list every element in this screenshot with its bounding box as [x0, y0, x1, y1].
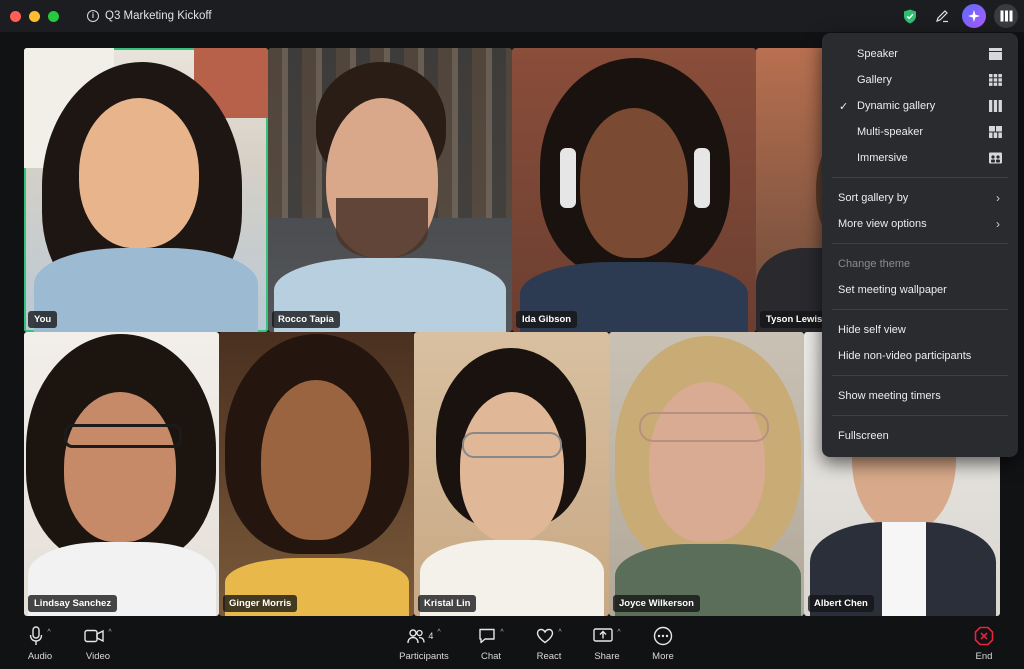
menu-item-label: Fullscreen	[838, 430, 889, 442]
audio-button[interactable]: ^ Audio	[10, 625, 70, 662]
menu-item-show-timers[interactable]: Show meeting timers	[822, 383, 1018, 409]
view-options-button[interactable]	[994, 4, 1018, 28]
menu-item-label: Dynamic gallery	[857, 100, 936, 112]
menu-divider	[832, 243, 1008, 244]
chat-button[interactable]: ^ Chat	[461, 625, 521, 662]
participant-name: Kristal Lin	[418, 595, 477, 612]
audio-label: Audio	[27, 651, 53, 662]
chevron-up-icon[interactable]: ^	[108, 629, 111, 636]
video-tile[interactable]: Lindsay Sanchez	[24, 332, 219, 616]
menu-divider	[832, 309, 1008, 310]
menu-item-label: Set meeting wallpaper	[838, 284, 947, 296]
participant-count: 4	[428, 631, 434, 641]
chevron-up-icon[interactable]: ^	[437, 629, 440, 636]
meeting-toolbar: ^ Audio ^ Video 4 ^ Participants ^ Chat …	[0, 619, 1024, 669]
view-options-menu: Speaker Gallery ✓ Dynamic gallery Multi-…	[822, 33, 1018, 457]
info-icon[interactable]: i	[87, 10, 99, 22]
menu-item-set-wallpaper[interactable]: Set meeting wallpaper	[822, 277, 1018, 303]
annotate-pen-icon[interactable]	[930, 4, 954, 28]
video-camera-icon	[84, 629, 105, 643]
participant-name: Rocco Tapia	[272, 311, 340, 328]
chat-label: Chat	[480, 651, 502, 662]
immersive-view-icon	[989, 152, 1002, 164]
heart-icon	[537, 628, 554, 644]
ai-companion-button[interactable]	[962, 4, 986, 28]
menu-item-hide-non-video[interactable]: Hide non-video participants	[822, 343, 1018, 369]
menu-item-immersive[interactable]: Immersive	[822, 145, 1018, 171]
close-window-button[interactable]	[10, 10, 21, 22]
menu-item-speaker[interactable]: Speaker	[822, 41, 1018, 67]
end-call-icon	[974, 626, 994, 646]
react-button[interactable]: ^ React	[519, 625, 579, 663]
react-label: React	[536, 651, 562, 662]
video-button[interactable]: ^ Video	[68, 625, 128, 662]
participant-name: Lindsay Sanchez	[28, 595, 118, 612]
participant-name: Tyson Lewis	[760, 311, 829, 328]
microphone-icon	[30, 626, 43, 645]
participant-name: You	[28, 311, 58, 328]
speaker-view-icon	[989, 48, 1002, 60]
menu-item-label: Hide non-video participants	[838, 350, 972, 362]
menu-item-hide-self-view[interactable]: Hide self view	[822, 317, 1018, 343]
minimize-window-button[interactable]	[29, 10, 40, 22]
dynamic-gallery-icon	[989, 100, 1002, 112]
participants-button[interactable]: 4 ^ Participants	[394, 625, 454, 663]
menu-item-label: Show meeting timers	[838, 390, 941, 402]
video-tile[interactable]: Ida Gibson	[512, 48, 756, 332]
share-label: Share	[594, 651, 620, 662]
menu-item-multi-speaker[interactable]: Multi-speaker	[822, 119, 1018, 145]
more-dots-icon	[653, 626, 673, 646]
participants-icon	[407, 629, 425, 644]
chevron-right-icon: ›	[996, 191, 1000, 205]
chevron-up-icon[interactable]: ^	[500, 629, 503, 636]
gallery-view-icon	[989, 74, 1002, 86]
menu-divider	[832, 177, 1008, 178]
menu-item-gallery[interactable]: Gallery	[822, 67, 1018, 93]
more-button[interactable]: More	[633, 625, 693, 662]
menu-item-fullscreen[interactable]: Fullscreen	[822, 423, 1018, 449]
chevron-up-icon[interactable]: ^	[558, 629, 561, 636]
menu-item-sort-gallery[interactable]: Sort gallery by ›	[822, 185, 1018, 211]
video-label: Video	[85, 651, 111, 662]
menu-divider	[832, 415, 1008, 416]
multi-speaker-icon	[989, 126, 1002, 138]
window-controls	[10, 10, 59, 22]
video-tile-self[interactable]: You	[24, 48, 268, 332]
menu-item-label: Hide self view	[838, 324, 906, 336]
checkmark-icon: ✓	[839, 100, 849, 113]
menu-item-change-theme: Change theme	[822, 251, 1018, 277]
end-label: End	[975, 651, 993, 662]
zoom-window-button[interactable]	[48, 10, 59, 22]
share-screen-icon	[593, 628, 614, 642]
participant-name: Albert Chen	[808, 595, 874, 612]
participant-name: Joyce Wilkerson	[613, 595, 700, 612]
menu-item-label: Multi-speaker	[857, 126, 924, 138]
menu-item-label: Gallery	[857, 74, 892, 86]
menu-item-more-view-options[interactable]: More view options ›	[822, 211, 1018, 237]
security-shield-icon[interactable]	[898, 4, 922, 28]
menu-item-label: Speaker	[857, 48, 898, 60]
menu-item-label: Sort gallery by	[838, 192, 909, 204]
video-tile[interactable]: Joyce Wilkerson	[609, 332, 804, 616]
share-button[interactable]: ^ Share	[577, 625, 637, 662]
participant-name: Ida Gibson	[516, 311, 578, 328]
video-tile[interactable]: Rocco Tapia	[268, 48, 512, 332]
menu-item-label: Change theme	[838, 258, 911, 270]
menu-divider	[832, 375, 1008, 376]
meeting-title: Q3 Marketing Kickoff	[105, 10, 212, 22]
more-label: More	[652, 651, 674, 662]
chevron-up-icon[interactable]: ^	[47, 629, 50, 636]
participant-name: Ginger Morris	[223, 595, 298, 612]
chat-bubble-icon	[479, 628, 496, 644]
participants-label: Participants	[399, 651, 449, 662]
video-tile[interactable]: Ginger Morris	[219, 332, 414, 616]
title-bar: i Q3 Marketing Kickoff	[0, 0, 1024, 32]
end-meeting-button[interactable]: End	[954, 625, 1014, 662]
chevron-up-icon[interactable]: ^	[617, 629, 620, 636]
menu-item-label: Immersive	[857, 152, 908, 164]
chevron-right-icon: ›	[996, 217, 1000, 231]
menu-item-label: More view options	[838, 218, 927, 230]
video-tile[interactable]: Kristal Lin	[414, 332, 609, 616]
menu-item-dynamic-gallery[interactable]: ✓ Dynamic gallery	[822, 93, 1018, 119]
